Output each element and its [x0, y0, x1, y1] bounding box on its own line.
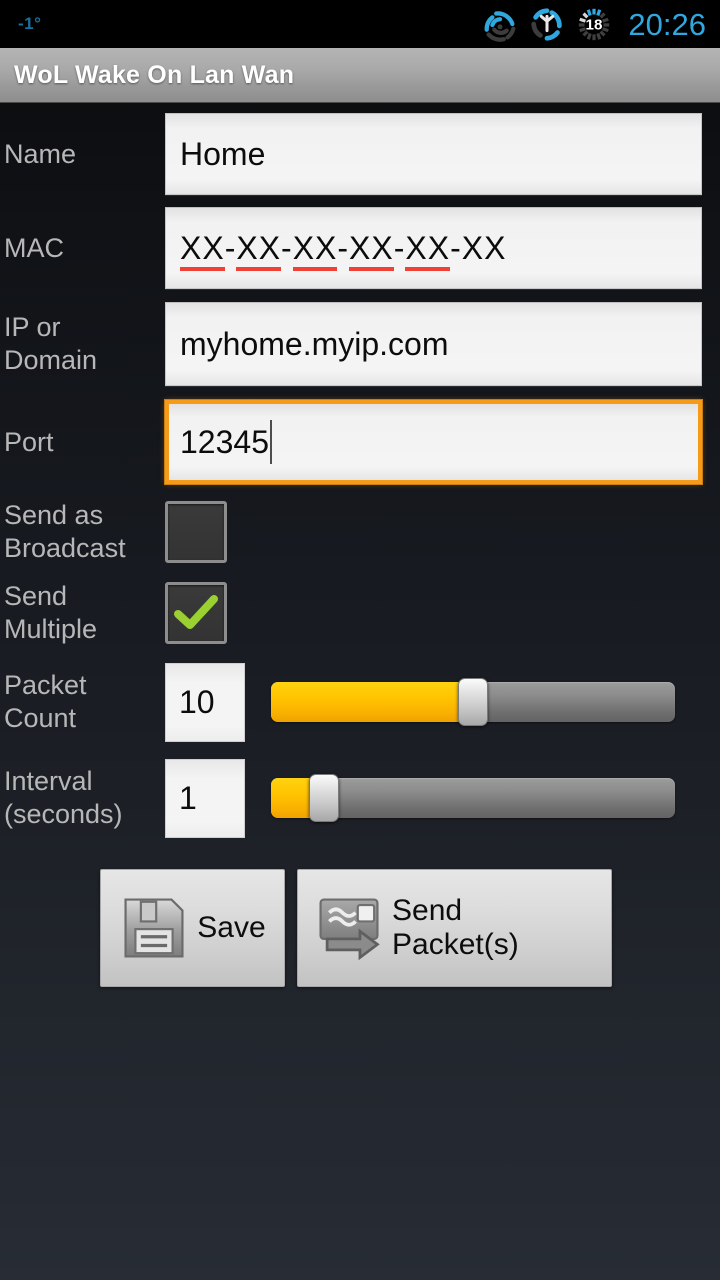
port-input[interactable]: 12345 [165, 400, 702, 484]
battery-level-text: 18 [586, 17, 603, 34]
mac-segment: XX [292, 229, 338, 271]
row-ip-or-domain: IP or Domain myhome.myip.com [0, 296, 720, 392]
mac-separator: - [337, 229, 350, 266]
label-packet-count: Packet Count [4, 670, 87, 733]
row-send-multiple: Send Multiple [0, 572, 720, 654]
label-interval: Interval (seconds) [4, 766, 123, 829]
mac-separator: - [224, 229, 237, 266]
floppy-disk-icon [124, 898, 184, 958]
text-cursor [269, 420, 272, 464]
ip-or-domain-input-value: myhome.myip.com [180, 325, 449, 362]
mac-input[interactable]: XX-XX-XX-XX-XX-XX [165, 207, 702, 289]
label-mac: MAC [4, 232, 64, 263]
name-input-value: Home [180, 135, 266, 172]
slider-thumb[interactable] [308, 774, 339, 822]
action-buttons: Save Send Packet(s) [0, 869, 720, 987]
mac-segment: XX [349, 229, 394, 271]
packet-count-value: 10 [179, 683, 215, 720]
page-title: WoL Wake On Lan Wan [14, 60, 295, 89]
settings-form: Name Home MAC XX-XX-XX-XX-XX-XX IP or Do… [0, 103, 720, 987]
battery-icon: 18 [579, 8, 610, 41]
wifi-icon [531, 8, 563, 41]
interval-value: 1 [179, 779, 197, 816]
save-button[interactable]: Save [100, 869, 285, 987]
status-bar: -1° 18 20:26 [0, 0, 720, 48]
ip-or-domain-input[interactable]: myhome.myip.com [165, 302, 702, 386]
save-button-label: Save [197, 911, 266, 944]
status-icons: 18 20:26 [481, 5, 706, 43]
row-send-as-broadcast: Send as Broadcast [0, 492, 720, 572]
mac-input-value: XX-XX-XX-XX-XX-XX [180, 229, 507, 271]
row-mac: MAC XX-XX-XX-XX-XX-XX [0, 200, 720, 296]
send-packets-button[interactable]: Send Packet(s) [297, 869, 612, 987]
mac-segment: XX [405, 229, 451, 271]
status-temperature: -1° [18, 14, 42, 33]
mac-separator: - [450, 229, 462, 266]
port-input-value: 12345 [180, 423, 269, 460]
mac-segment: XX [461, 229, 507, 266]
mac-segment: XX [180, 229, 225, 271]
send-multiple-checkbox[interactable] [165, 582, 227, 644]
row-name: Name Home [0, 108, 720, 200]
label-port: Port [4, 426, 54, 457]
app-title-bar: WoL Wake On Lan Wan [0, 48, 720, 103]
status-clock: 20:26 [628, 6, 706, 42]
send-packet-icon [319, 898, 380, 961]
row-port: Port 12345 [0, 392, 720, 492]
packet-count-input[interactable]: 10 [165, 662, 245, 742]
send-as-broadcast-checkbox[interactable] [165, 501, 227, 563]
label-ip-or-domain: IP or Domain [4, 312, 98, 375]
interval-input[interactable]: 1 [165, 758, 245, 838]
mac-separator: - [393, 229, 406, 266]
send-packets-button-label: Send Packet(s) [392, 894, 519, 961]
checkmark-icon [174, 595, 218, 629]
label-send-as-broadcast: Send as Broadcast [4, 500, 126, 563]
slider-fill [271, 682, 473, 722]
packet-count-slider[interactable] [271, 678, 675, 726]
slider-thumb[interactable] [458, 678, 488, 726]
row-interval: Interval (seconds) 1 [0, 750, 720, 846]
mac-separator: - [281, 229, 293, 266]
label-send-multiple: Send Multiple [4, 581, 98, 644]
label-name: Name [4, 138, 77, 169]
signal-icon [484, 11, 516, 42]
row-packet-count: Packet Count 10 [0, 654, 720, 750]
interval-slider[interactable] [271, 774, 675, 822]
mac-segment: XX [236, 229, 282, 271]
name-input[interactable]: Home [165, 113, 702, 195]
